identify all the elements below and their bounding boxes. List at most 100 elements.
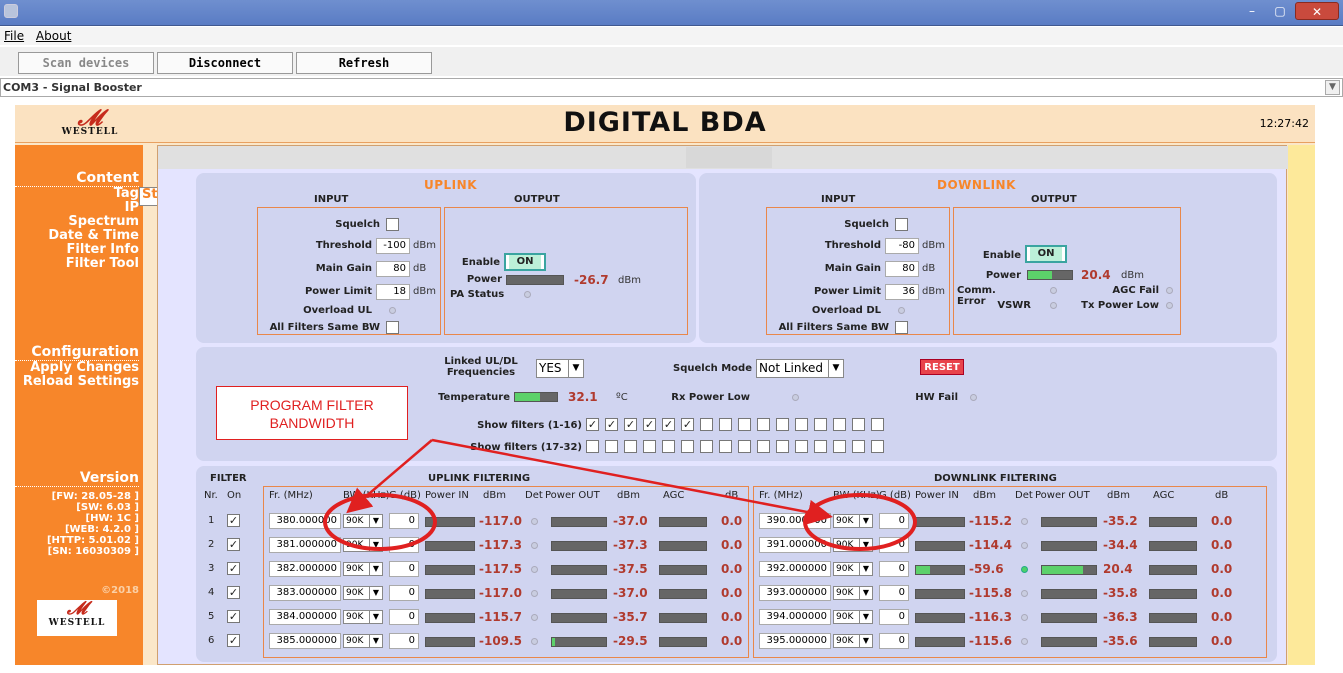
show-filter-upper-7-checkbox[interactable] xyxy=(700,440,713,453)
chevron-down-icon[interactable]: ▼ xyxy=(369,587,382,599)
chevron-down-icon[interactable]: ▼ xyxy=(369,635,382,647)
show-filter-15-checkbox[interactable] xyxy=(852,418,865,431)
show-filter-upper-11-checkbox[interactable] xyxy=(776,440,789,453)
row-on-checkbox[interactable]: ✓ xyxy=(227,514,240,527)
ul-gain-field[interactable]: 0 xyxy=(389,609,419,625)
show-filter-upper-13-checkbox[interactable] xyxy=(814,440,827,453)
show-filter-4-checkbox[interactable]: ✓ xyxy=(643,418,656,431)
show-filter-upper-15-checkbox[interactable] xyxy=(852,440,865,453)
chevron-down-icon[interactable]: ▼ xyxy=(1325,80,1340,95)
uplink-squelch-checkbox[interactable] xyxy=(386,218,399,231)
reset-button[interactable]: RESET xyxy=(920,359,964,375)
show-filter-upper-3-checkbox[interactable] xyxy=(624,440,637,453)
uplink-threshold-field[interactable]: -100 xyxy=(376,238,410,254)
show-filter-14-checkbox[interactable] xyxy=(833,418,846,431)
chevron-down-icon[interactable]: ▼ xyxy=(568,360,583,377)
show-filter-upper-14-checkbox[interactable] xyxy=(833,440,846,453)
ul-bandwidth-select[interactable]: 90K ▼ xyxy=(343,610,383,624)
downlink-power-limit-field[interactable]: 36 xyxy=(885,284,919,300)
uplink-enable-toggle[interactable]: ON xyxy=(504,253,546,271)
show-filter-upper-10-checkbox[interactable] xyxy=(757,440,770,453)
dl-bandwidth-select[interactable]: 90K ▼ xyxy=(833,610,873,624)
show-filter-upper-4-checkbox[interactable] xyxy=(643,440,656,453)
sidebar-item-filter-info[interactable]: Filter Info xyxy=(15,243,139,257)
downlink-threshold-field[interactable]: -80 xyxy=(885,238,919,254)
minimize-button[interactable]: – xyxy=(1239,2,1265,20)
ul-gain-field[interactable]: 0 xyxy=(389,513,419,529)
show-filter-11-checkbox[interactable] xyxy=(776,418,789,431)
ul-frequency-field[interactable]: 383.000000 xyxy=(269,585,341,601)
squelch-mode-select[interactable]: Not Linked ▼ xyxy=(756,359,844,378)
show-filter-16-checkbox[interactable] xyxy=(871,418,884,431)
dl-bandwidth-select[interactable]: 90K ▼ xyxy=(833,634,873,648)
device-select[interactable]: COM3 - Signal Booster ▼ xyxy=(0,78,1343,97)
sidebar-item-tag[interactable]: Tag xyxy=(15,187,139,201)
chevron-down-icon[interactable]: ▼ xyxy=(369,611,382,623)
dl-frequency-field[interactable]: 390.000000 xyxy=(759,513,831,529)
downlink-main-gain-field[interactable]: 80 xyxy=(885,261,919,277)
show-filter-1-checkbox[interactable]: ✓ xyxy=(586,418,599,431)
sidebar-item-filter-tool[interactable]: Filter Tool xyxy=(15,257,139,271)
dl-bandwidth-select[interactable]: 90K ▼ xyxy=(833,514,873,528)
sidebar-item-ip[interactable]: IP xyxy=(15,201,139,215)
chevron-down-icon[interactable]: ▼ xyxy=(859,635,872,647)
downlink-squelch-checkbox[interactable] xyxy=(895,218,908,231)
uplink-all-filters-checkbox[interactable] xyxy=(386,321,399,334)
show-filter-7-checkbox[interactable] xyxy=(700,418,713,431)
dl-bandwidth-select[interactable]: 90K ▼ xyxy=(833,562,873,576)
dl-gain-field[interactable]: 0 xyxy=(879,513,909,529)
disconnect-button[interactable]: Disconnect xyxy=(157,52,293,74)
show-filter-upper-2-checkbox[interactable] xyxy=(605,440,618,453)
row-on-checkbox[interactable]: ✓ xyxy=(227,562,240,575)
dl-frequency-field[interactable]: 394.000000 xyxy=(759,609,831,625)
ul-frequency-field[interactable]: 384.000000 xyxy=(269,609,341,625)
show-filter-10-checkbox[interactable] xyxy=(757,418,770,431)
downlink-enable-toggle[interactable]: ON xyxy=(1025,245,1067,263)
chevron-down-icon[interactable]: ▼ xyxy=(369,563,382,575)
dl-frequency-field[interactable]: 395.000000 xyxy=(759,633,831,649)
chevron-down-icon[interactable]: ▼ xyxy=(859,539,872,551)
dl-bandwidth-select[interactable]: 90K ▼ xyxy=(833,586,873,600)
dl-frequency-field[interactable]: 391.000000 xyxy=(759,537,831,553)
chevron-down-icon[interactable]: ▼ xyxy=(369,539,382,551)
chevron-down-icon[interactable]: ▼ xyxy=(369,515,382,527)
ul-frequency-field[interactable]: 380.000000 xyxy=(269,513,341,529)
row-on-checkbox[interactable]: ✓ xyxy=(227,610,240,623)
show-filter-upper-9-checkbox[interactable] xyxy=(738,440,751,453)
chevron-down-icon[interactable]: ▼ xyxy=(859,563,872,575)
show-filter-5-checkbox[interactable]: ✓ xyxy=(662,418,675,431)
sidebar-item-reload-settings[interactable]: Reload Settings xyxy=(15,375,139,389)
row-on-checkbox[interactable]: ✓ xyxy=(227,586,240,599)
ul-frequency-field[interactable]: 382.000000 xyxy=(269,561,341,577)
dl-bandwidth-select[interactable]: 90K ▼ xyxy=(833,538,873,552)
show-filter-upper-8-checkbox[interactable] xyxy=(719,440,732,453)
show-filter-upper-6-checkbox[interactable] xyxy=(681,440,694,453)
sidebar-item-date-time[interactable]: Date & Time xyxy=(15,229,139,243)
ul-bandwidth-select[interactable]: 90K ▼ xyxy=(343,586,383,600)
dl-gain-field[interactable]: 0 xyxy=(879,633,909,649)
row-on-checkbox[interactable]: ✓ xyxy=(227,634,240,647)
dl-gain-field[interactable]: 0 xyxy=(879,609,909,625)
ul-bandwidth-select[interactable]: 90K ▼ xyxy=(343,562,383,576)
ul-gain-field[interactable]: 0 xyxy=(389,561,419,577)
chevron-down-icon[interactable]: ▼ xyxy=(859,611,872,623)
chevron-down-icon[interactable]: ▼ xyxy=(828,360,843,377)
sidebar-item-apply-changes[interactable]: Apply Changes xyxy=(15,361,139,375)
linked-frequencies-select[interactable]: YES ▼ xyxy=(536,359,584,378)
ul-gain-field[interactable]: 0 xyxy=(389,633,419,649)
ul-frequency-field[interactable]: 381.000000 xyxy=(269,537,341,553)
row-on-checkbox[interactable]: ✓ xyxy=(227,538,240,551)
sidebar-item-spectrum[interactable]: Spectrum xyxy=(15,215,139,229)
menu-about[interactable]: About xyxy=(32,27,75,45)
chevron-down-icon[interactable]: ▼ xyxy=(859,515,872,527)
ul-gain-field[interactable]: 0 xyxy=(389,585,419,601)
uplink-power-limit-field[interactable]: 18 xyxy=(376,284,410,300)
show-filter-6-checkbox[interactable]: ✓ xyxy=(681,418,694,431)
show-filter-3-checkbox[interactable]: ✓ xyxy=(624,418,637,431)
maximize-button[interactable]: ▢ xyxy=(1267,2,1293,20)
scan-devices-button[interactable]: Scan devices xyxy=(18,52,154,74)
show-filter-upper-5-checkbox[interactable] xyxy=(662,440,675,453)
ul-bandwidth-select[interactable]: 90K ▼ xyxy=(343,514,383,528)
uplink-main-gain-field[interactable]: 80 xyxy=(376,261,410,277)
ul-frequency-field[interactable]: 385.000000 xyxy=(269,633,341,649)
